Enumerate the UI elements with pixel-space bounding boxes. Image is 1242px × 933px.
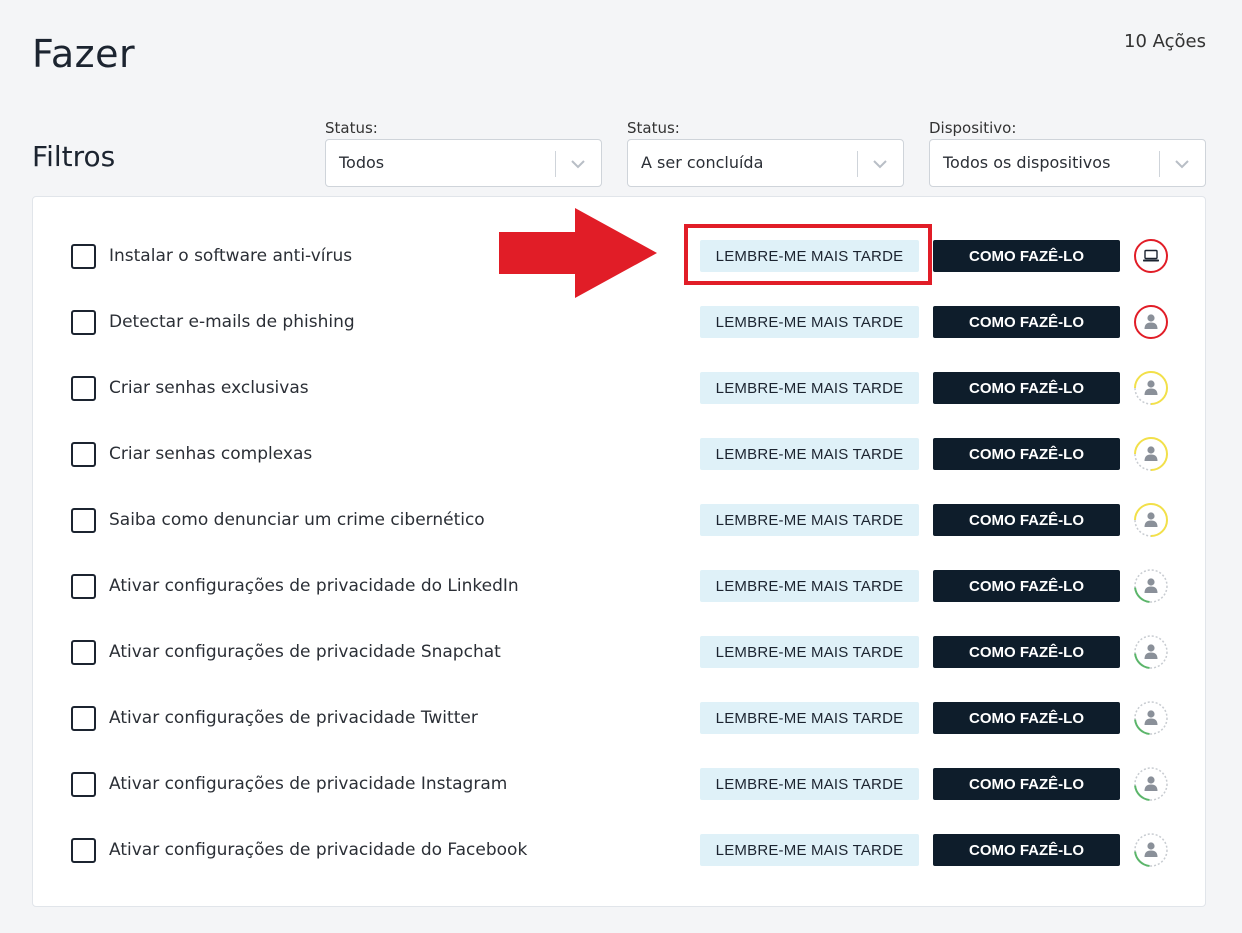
completion-filter-value: A ser concluída (641, 153, 764, 172)
remind-later-button[interactable]: LEMBRE-ME MAIS TARDE (700, 240, 919, 272)
status-filter-value: Todos (339, 153, 385, 172)
status-filter-select[interactable]: Todos (325, 139, 602, 187)
task-checkbox[interactable] (71, 772, 96, 797)
task-list: Instalar o software anti-vírus LEMBRE-ME … (32, 196, 1206, 907)
how-to-button[interactable]: COMO FAZÊ-LO (933, 768, 1120, 800)
how-to-button[interactable]: COMO FAZÊ-LO (933, 504, 1120, 536)
how-to-button[interactable]: COMO FAZÊ-LO (933, 438, 1120, 470)
task-checkbox[interactable] (71, 376, 96, 401)
status-filter: Status: Todos (325, 118, 602, 187)
task-row: Instalar o software anti-vírus LEMBRE-ME … (33, 236, 1205, 276)
task-label: Criar senhas exclusivas (109, 378, 309, 398)
status-ring (1134, 635, 1168, 669)
task-row: Ativar configurações de privacidade do L… (33, 566, 1205, 606)
status-ring (1134, 503, 1168, 537)
how-to-button[interactable]: COMO FAZÊ-LO (933, 372, 1120, 404)
completion-filter-label: Status: (627, 119, 680, 137)
select-separator (857, 151, 858, 177)
task-checkbox[interactable] (71, 508, 96, 533)
action-count: 10 Ações (1124, 31, 1206, 52)
task-label: Saiba como denunciar um crime cibernétic… (109, 510, 485, 530)
select-separator (1159, 151, 1160, 177)
page-title: Fazer (32, 32, 136, 76)
task-label: Ativar configurações de privacidade Snap… (109, 642, 501, 662)
task-checkbox[interactable] (71, 244, 96, 269)
task-label: Ativar configurações de privacidade do L… (109, 576, 519, 596)
status-ring (1134, 569, 1168, 603)
task-checkbox[interactable] (71, 310, 96, 335)
task-checkbox[interactable] (71, 574, 96, 599)
task-row: Ativar configurações de privacidade do F… (33, 830, 1205, 870)
task-checkbox[interactable] (71, 706, 96, 731)
status-ring (1134, 437, 1168, 471)
chevron-down-icon[interactable] (569, 155, 587, 173)
device-filter-label: Dispositivo: (929, 119, 1017, 137)
task-row: Saiba como denunciar um crime cibernétic… (33, 500, 1205, 540)
how-to-button[interactable]: COMO FAZÊ-LO (933, 570, 1120, 602)
task-label: Ativar configurações de privacidade Inst… (109, 774, 508, 794)
task-row: Ativar configurações de privacidade Inst… (33, 764, 1205, 804)
task-label: Ativar configurações de privacidade do F… (109, 840, 528, 860)
remind-later-button[interactable]: LEMBRE-ME MAIS TARDE (700, 702, 919, 734)
remind-later-button[interactable]: LEMBRE-ME MAIS TARDE (700, 636, 919, 668)
chevron-down-icon[interactable] (1173, 155, 1191, 173)
how-to-button[interactable]: COMO FAZÊ-LO (933, 834, 1120, 866)
status-ring (1134, 701, 1168, 735)
status-filter-label: Status: (325, 119, 378, 137)
filters-title: Filtros (32, 140, 116, 173)
remind-later-button[interactable]: LEMBRE-ME MAIS TARDE (700, 372, 919, 404)
how-to-button[interactable]: COMO FAZÊ-LO (933, 702, 1120, 734)
task-row: Criar senhas exclusivas LEMBRE-ME MAIS TA… (33, 368, 1205, 408)
how-to-button[interactable]: COMO FAZÊ-LO (933, 636, 1120, 668)
chevron-down-icon[interactable] (871, 155, 889, 173)
task-row: Detectar e-mails de phishing LEMBRE-ME MA… (33, 302, 1205, 342)
task-label: Criar senhas complexas (109, 444, 313, 464)
status-ring (1134, 833, 1168, 867)
status-ring (1134, 371, 1168, 405)
how-to-button[interactable]: COMO FAZÊ-LO (933, 306, 1120, 338)
status-ring (1134, 305, 1168, 339)
remind-later-button[interactable]: LEMBRE-ME MAIS TARDE (700, 504, 919, 536)
how-to-button[interactable]: COMO FAZÊ-LO (933, 240, 1120, 272)
task-row: Ativar configurações de privacidade Snap… (33, 632, 1205, 672)
remind-later-button[interactable]: LEMBRE-ME MAIS TARDE (700, 570, 919, 602)
task-checkbox[interactable] (71, 640, 96, 665)
completion-filter-select[interactable]: A ser concluída (627, 139, 904, 187)
device-filter-value: Todos os dispositivos (943, 153, 1111, 172)
task-label: Detectar e-mails de phishing (109, 312, 355, 332)
task-checkbox[interactable] (71, 442, 96, 467)
completion-filter: Status: A ser concluída (627, 118, 904, 187)
remind-later-button[interactable]: LEMBRE-ME MAIS TARDE (700, 834, 919, 866)
remind-later-button[interactable]: LEMBRE-ME MAIS TARDE (700, 438, 919, 470)
remind-later-button[interactable]: LEMBRE-ME MAIS TARDE (700, 306, 919, 338)
task-checkbox[interactable] (71, 838, 96, 863)
remind-later-button[interactable]: LEMBRE-ME MAIS TARDE (700, 768, 919, 800)
device-filter: Dispositivo: Todos os dispositivos (929, 118, 1206, 187)
status-ring (1134, 767, 1168, 801)
task-row: Ativar configurações de privacidade Twit… (33, 698, 1205, 738)
select-separator (555, 151, 556, 177)
task-label: Instalar o software anti-vírus (109, 246, 353, 266)
status-ring (1134, 239, 1168, 273)
device-filter-select[interactable]: Todos os dispositivos (929, 139, 1206, 187)
task-row: Criar senhas complexas LEMBRE-ME MAIS TAR… (33, 434, 1205, 474)
task-label: Ativar configurações de privacidade Twit… (109, 708, 478, 728)
